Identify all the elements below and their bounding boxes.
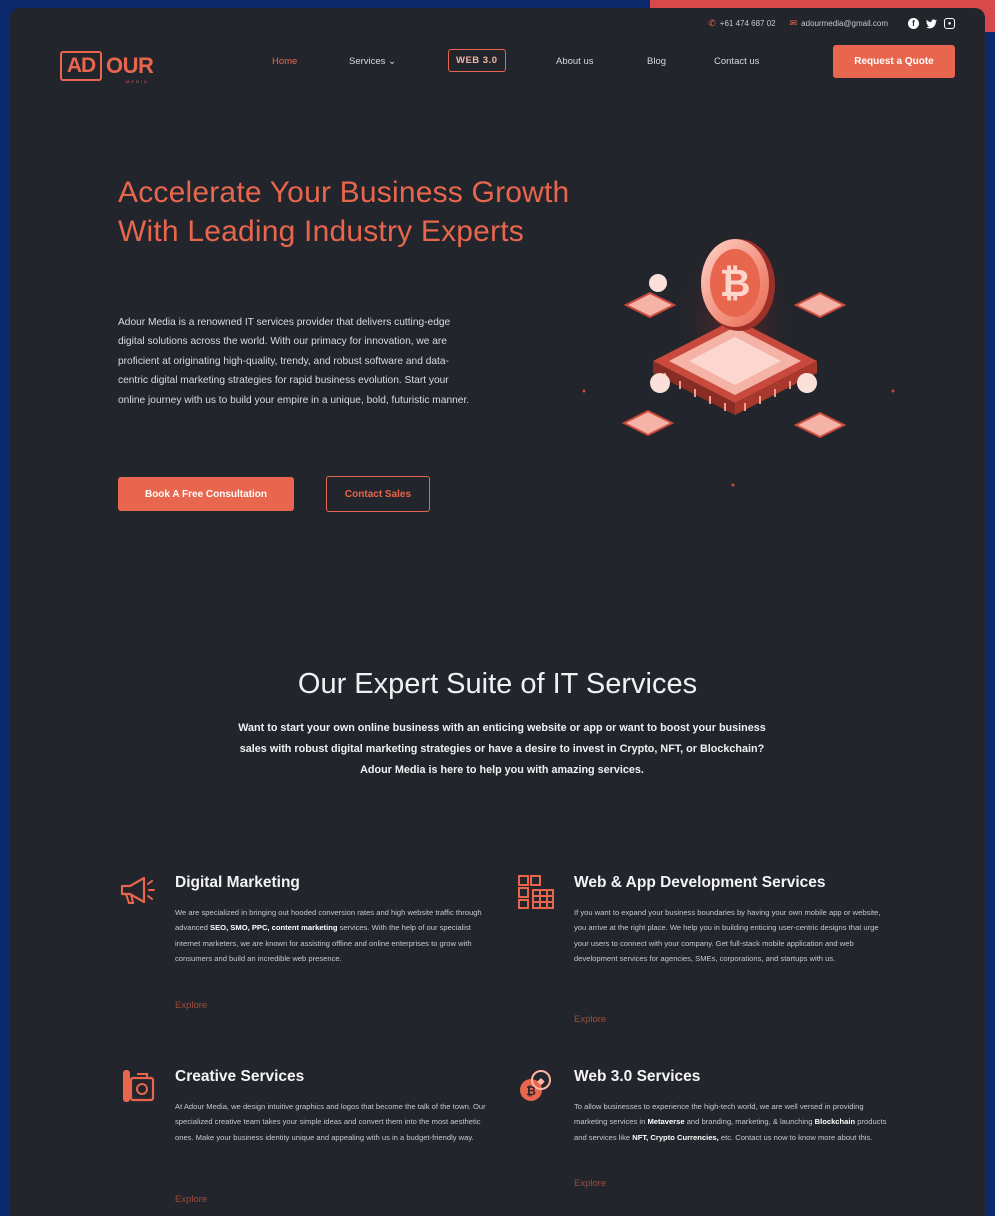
page: ✆ +61 474 687 02 ✉ adourmedia@gmail.com … [10,8,985,1216]
megaphone-icon [120,876,155,904]
mail-icon: ✉ [789,18,798,28]
request-quote-button[interactable]: Request a Quote [833,45,955,78]
twitter-icon[interactable] [926,18,937,29]
hero-description: Adour Media is a renowned IT services pr… [118,317,470,406]
nav-contact[interactable]: Contact us [714,56,759,67]
card-title: Web & App Development Services [574,874,826,891]
service-card-web-app-development: Web & App Development Services If you wa… [517,874,897,1034]
instagram-icon[interactable]: ● [944,18,955,29]
nav-web3[interactable]: WEB 3.0 [448,49,506,72]
service-card-creative-services: Creative Services At Adour Media, we des… [118,1068,498,1208]
svg-text:◆: ◆ [537,1076,546,1086]
svg-text:₿: ₿ [526,1084,536,1098]
hero-title: Accelerate Your Business Growth With Lea… [118,176,570,248]
contact-sales-button[interactable]: Contact Sales [326,476,430,512]
services-title: Our Expert Suite of IT Services [297,668,698,700]
explore-digital-marketing-link[interactable]: Explore [175,1000,207,1011]
logo-mark: AD [60,51,102,81]
phone-number: +61 474 687 02 [719,19,776,28]
crypto-coins-icon: ₿ ◆ [520,1070,551,1101]
crypto-chip-illustration: ₿ [582,223,895,487]
nav-blog[interactable]: Blog [647,56,666,67]
facebook-icon[interactable]: f [908,18,919,29]
explore-creative-link[interactable]: Explore [175,1194,207,1205]
card-description: To allow businesses to experience the hi… [574,1102,887,1142]
email-link[interactable]: ✉ adourmedia@gmail.com [790,18,888,29]
contact-bar: ✆ +61 474 687 02 ✉ adourmedia@gmail.com … [708,18,955,29]
email-address: adourmedia@gmail.com [801,19,888,28]
social-links: f ● [908,18,955,29]
card-title: Digital Marketing [175,874,300,891]
nav-about[interactable]: About us [556,56,594,67]
logo-text: OUR [106,53,154,78]
explore-web-app-link[interactable]: Explore [574,1014,606,1025]
explore-web3-link[interactable]: Explore [574,1178,606,1189]
phone-link[interactable]: ✆ +61 474 687 02 [708,18,775,29]
card-title: Web 3.0 Services [574,1068,701,1085]
svg-text:₿: ₿ [720,263,751,305]
service-card-web3: ₿ ◆ Web 3.0 Services To allow businesses… [517,1068,897,1208]
card-title: Creative Services [175,1068,305,1085]
nav-services[interactable]: Services ⌄ [349,56,396,67]
card-description: If you want to expand your business boun… [574,908,881,964]
services-intro: Want to start your own online business w… [238,722,766,776]
logo-tagline: MEDIA [126,79,149,84]
service-card-digital-marketing: Digital Marketing We are specialized in … [118,874,498,1014]
app-grid-icon [518,875,554,909]
card-description: At Adour Media, we design intuitive grap… [175,1102,486,1142]
nav-home[interactable]: Home [272,56,297,67]
book-consultation-button[interactable]: Book A Free Consultation [118,477,294,511]
creative-design-icon [123,1070,155,1102]
card-description: We are specialized in bringing out hoode… [175,908,482,964]
logo[interactable]: AD OUR MEDIA [60,45,160,89]
phone-icon: ✆ [708,18,716,28]
